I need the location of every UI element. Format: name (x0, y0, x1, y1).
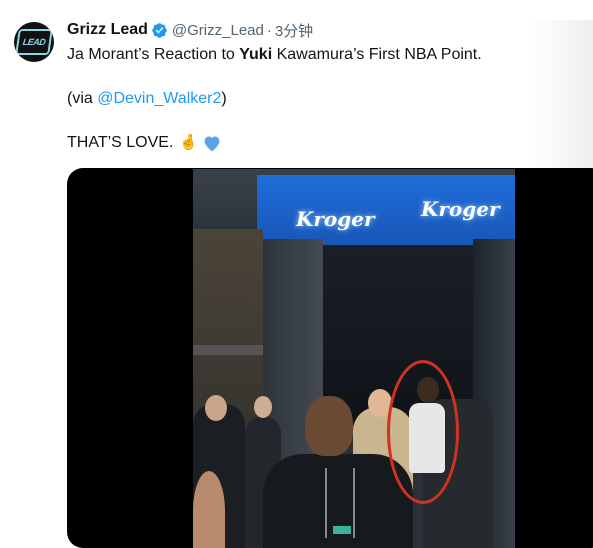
banner-text: Kroger (421, 197, 500, 221)
video-frame[interactable]: Kroger Kroger (193, 169, 515, 548)
author-display-name[interactable]: Grizz Lead (67, 21, 148, 39)
tweet-text-line-3: THAT’S LOVE. 🤞 (67, 133, 222, 153)
tweet-text-line-1: Ja Morant’s Reaction to Yuki Kawamura’s … (67, 45, 482, 65)
author-handle[interactable]: @Grizz_Lead (172, 22, 264, 39)
tweet-text-line-2: (via @Devin_Walker2) (67, 89, 227, 109)
mention-link[interactable]: @Devin_Walker2 (97, 90, 221, 107)
red-circle-annotation (387, 360, 459, 504)
foreground-person (193, 471, 225, 548)
text-segment: (via (67, 90, 98, 107)
verified-badge-icon (152, 22, 167, 38)
separator-dot: · (266, 21, 272, 39)
tweet-header: Grizz Lead @Grizz_Lead · 3分钟 (67, 19, 313, 41)
tweet[interactable]: LEAD Grizz Lead @Grizz_Lead · 3分钟 Ja Mor… (0, 0, 593, 548)
crossed-fingers-icon: 🤞 (179, 134, 199, 151)
security-person-head (305, 396, 353, 456)
banner-text: Kroger (296, 207, 375, 231)
blue-heart-icon (204, 136, 220, 152)
tweet-timestamp[interactable]: 3分钟 (275, 20, 313, 41)
text-segment: Ja Morant’s Reaction to (67, 46, 240, 63)
grizz-lead-logo-icon: LEAD (15, 29, 53, 55)
staff-person-head (205, 395, 227, 421)
stand-rail (193, 345, 273, 355)
text-segment: THAT’S LOVE. (67, 134, 174, 151)
video-media[interactable]: Kroger Kroger (67, 168, 593, 548)
lanyard-badge (333, 526, 351, 534)
avatar[interactable]: LEAD (14, 22, 54, 62)
text-segment: Kawamura’s First NBA Point. (272, 46, 482, 63)
text-bold-name: Yuki (239, 46, 273, 63)
text-segment: ) (221, 90, 227, 107)
